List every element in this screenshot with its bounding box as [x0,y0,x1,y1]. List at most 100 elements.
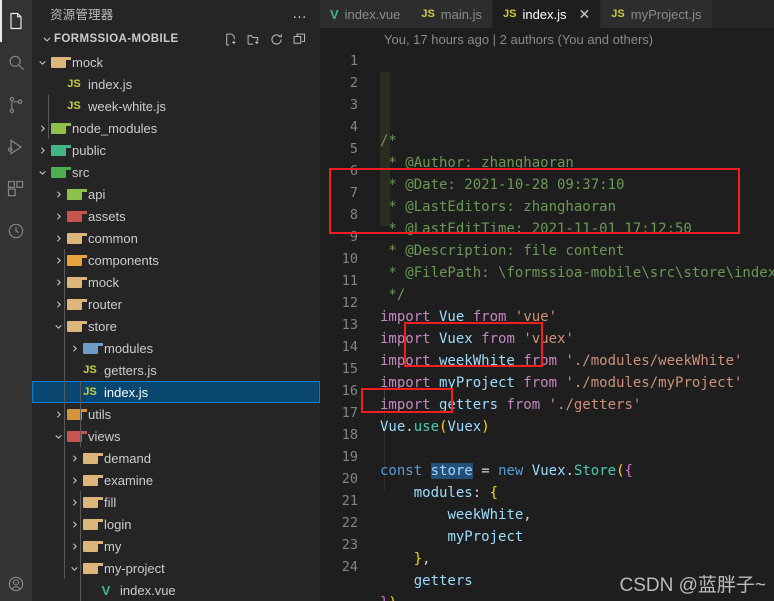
new-file-icon[interactable] [221,30,239,48]
tree-item-node_modules[interactable]: node_modules [32,117,320,139]
line-number: 21 [341,493,358,509]
close-icon[interactable]: ✕ [579,7,591,21]
vscode-window: 资源管理器 … FORMSSIOA-MOBILE mock JS index.j… [0,0,774,601]
line-number: 10 [341,251,358,267]
tree-item-label: login [104,516,132,532]
editor-tab-myProject-js[interactable]: JS myProject.js [601,0,713,28]
folder-icon [48,122,72,134]
code-line: modules: { [413,485,499,501]
editor-tab-index-js[interactable]: JS index.js ✕ [492,0,602,28]
editor-tab-index-vue[interactable]: Vindex.vue [320,0,412,28]
chevron-right-icon[interactable] [68,520,80,529]
chevron-down-icon[interactable] [52,322,64,331]
tree-item-store[interactable]: store [32,315,320,337]
chevron-right-icon[interactable] [52,190,64,199]
tree-item-mock[interactable]: mock [32,271,320,293]
javascript-file-icon: JS [421,8,435,20]
tree-item-label: getters.js [104,362,157,378]
extensions-icon[interactable] [0,168,32,210]
history-icon[interactable] [0,210,32,252]
chevron-right-icon[interactable] [68,476,80,485]
folder-icon [80,496,104,508]
chevron-right-icon[interactable] [36,146,48,155]
folder-icon [64,210,88,222]
tree-item-mock[interactable]: mock [32,51,320,73]
javascript-file-icon: JS [83,386,97,398]
tree-item-week-white-js[interactable]: JS week-white.js [32,95,320,117]
sidebar-title-label: 资源管理器 [50,8,114,22]
tree-item-public[interactable]: public [32,139,320,161]
chevron-right-icon[interactable] [52,256,64,265]
chevron-down-icon[interactable] [68,564,80,573]
tree-item-my-project[interactable]: my-project [32,557,320,579]
tree-item-examine[interactable]: examine [32,469,320,491]
chevron-right-icon[interactable] [68,344,80,353]
line-number: 17 [341,405,358,421]
chevron-right-icon[interactable] [52,300,64,309]
tree-item-api[interactable]: api [32,183,320,205]
code-editor[interactable]: 1 2 3 4 5 6 7 8 9 10 11 12 13 14 15 16 17 18 19 20 21 22 23 24 … [320,50,774,601]
collapse-all-icon[interactable] [290,30,308,48]
chevron-right-icon[interactable] [68,498,80,507]
chevron-down-icon[interactable] [40,34,54,44]
editor-tab-main-js[interactable]: JS main.js [411,0,493,28]
code-line: import weekWhite from './modules/weekWhi… [380,353,743,369]
tree-item-components[interactable]: components [32,249,320,271]
refresh-icon[interactable] [267,30,285,48]
tree-item-login[interactable]: login [32,513,320,535]
accounts-icon[interactable] [0,567,32,601]
tree-item-index-vue[interactable]: Vindex.vue [32,579,320,601]
blame-header: You, 17 hours ago | 2 authors (You and o… [384,31,654,47]
code-line: * @Date: 2021-10-28 09:37:10 [380,177,625,193]
chevron-right-icon[interactable] [36,124,48,133]
chevron-right-icon[interactable] [52,410,64,419]
chevron-down-icon[interactable] [36,58,48,67]
chevron-right-icon[interactable] [68,542,80,551]
folder-icon [64,408,88,420]
line-number: 18 [341,427,358,443]
tree-indent-guide [80,381,81,447]
source-control-icon[interactable] [0,84,32,126]
tree-item-my[interactable]: my [32,535,320,557]
code-line: * @Description: file content [380,243,625,259]
chevron-right-icon[interactable] [52,278,64,287]
line-number: 2 [349,75,358,91]
explorer-icon[interactable] [0,0,32,42]
tree-item-assets[interactable]: assets [32,205,320,227]
run-debug-icon[interactable] [0,126,32,168]
line-number: 24 [341,559,358,575]
line-number: 14 [341,339,358,355]
tree-item-label: assets [88,208,126,224]
search-icon[interactable] [0,42,32,84]
tree-item-common[interactable]: common [32,227,320,249]
tree-item-router[interactable]: router [32,293,320,315]
folder-icon [80,562,104,574]
workspace-section-header[interactable]: FORMSSIOA-MOBILE [32,27,320,51]
line-number: 4 [349,119,358,135]
tree-item-modules[interactable]: modules [32,337,320,359]
tree-item-demand[interactable]: demand [32,447,320,469]
code-line: const store = new Vuex.Store({ [380,463,633,479]
editor-tab-bar[interactable]: Vindex.vue JS main.js JS index.js ✕ JS myProjec… [320,0,774,28]
chevron-right-icon[interactable] [52,234,64,243]
tree-item-utils[interactable]: utils [32,403,320,425]
tree-item-index-js[interactable]: JS index.js [32,73,320,95]
chevron-right-icon[interactable] [68,454,80,463]
new-folder-icon[interactable] [244,30,262,48]
explorer-sidebar: 资源管理器 … FORMSSIOA-MOBILE mock JS index.j… [32,0,320,601]
tree-item-fill[interactable]: fill [32,491,320,513]
more-actions-icon[interactable]: … [292,5,308,22]
code-line: import myProject from './modules/myProje… [380,375,743,391]
code-content[interactable]: /* * @Author: zhanghaoran * @Date: 2021-… [370,50,774,601]
tree-item-index-js[interactable]: JS index.js [32,381,320,403]
tree-item-src[interactable]: src [32,161,320,183]
chevron-down-icon[interactable] [52,432,64,441]
tree-item-views[interactable]: views [32,425,320,447]
editor-tab-label: myProject.js [630,6,702,22]
tree-item-getters-js[interactable]: JS getters.js [32,359,320,381]
file-tree[interactable]: mock JS index.js JS week-white.js node_module… [32,51,320,601]
chevron-down-icon[interactable] [36,168,48,177]
chevron-right-icon[interactable] [52,212,64,221]
code-line: * @FilePath: \formssioa-mobile\src\store… [380,265,774,281]
